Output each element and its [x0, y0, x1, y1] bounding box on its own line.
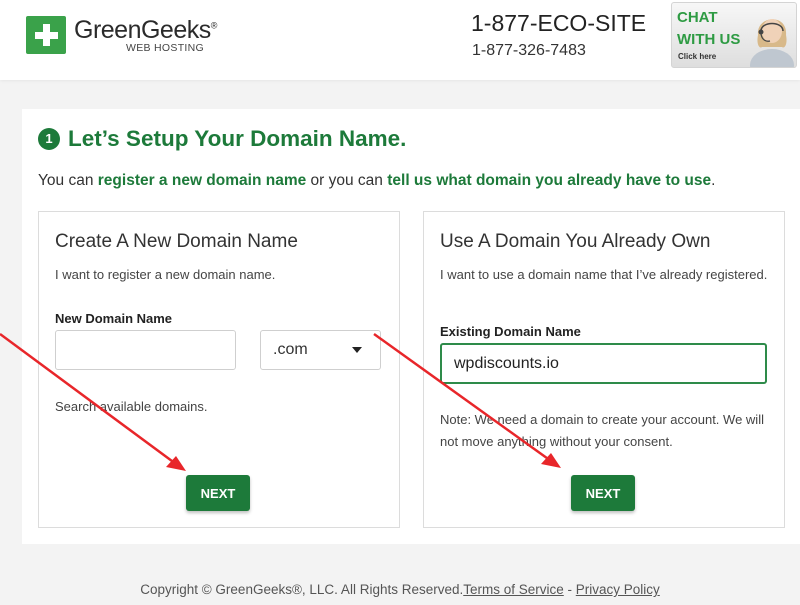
existing-domain-input[interactable]: [440, 343, 767, 384]
new-domain-panel: Create A New Domain Name I want to regis…: [38, 211, 400, 528]
existing-domain-heading: Use A Domain You Already Own: [440, 231, 711, 252]
caret-down-icon: [352, 347, 362, 353]
greengeeks-logo[interactable]: GreenGeeks® WEB HOSTING: [26, 14, 218, 56]
phone-vanity[interactable]: 1-877-ECO-SITE: [471, 10, 646, 37]
use-existing-domain-link[interactable]: tell us what domain you already have to …: [387, 172, 711, 189]
copyright-text: Copyright © GreenGeeks®, LLC. All Rights…: [140, 582, 464, 597]
intro-text: You can register a new domain name or yo…: [38, 172, 715, 190]
logo-name: GreenGeeks: [74, 16, 211, 44]
support-agent-avatar: [750, 19, 794, 67]
logo-subtitle: WEB HOSTING: [126, 42, 204, 54]
registered-mark: ®: [210, 20, 218, 31]
existing-domain-next-button[interactable]: NEXT: [571, 475, 635, 511]
page-title: Let’s Setup Your Domain Name.: [68, 126, 407, 151]
page-footer: Copyright © GreenGeeks®, LLC. All Rights…: [0, 582, 800, 597]
tld-selected-value: .com: [273, 341, 308, 358]
existing-domain-description: I want to use a domain name that I’ve al…: [440, 267, 768, 282]
intro-prefix: You can: [38, 172, 98, 189]
existing-domain-label: Existing Domain Name: [440, 324, 581, 339]
terms-of-service-link[interactable]: Terms of Service: [463, 582, 564, 597]
phone-number[interactable]: 1-877-326-7483: [472, 42, 586, 60]
search-domains-helper: Search available domains.: [55, 399, 208, 414]
existing-domain-panel: Use A Domain You Already Own I want to u…: [423, 211, 785, 528]
chat-click-here: Click here: [678, 52, 717, 61]
chat-line1: CHAT: [677, 9, 718, 26]
new-domain-next-button[interactable]: NEXT: [186, 475, 250, 511]
site-header: GreenGeeks® WEB HOSTING 1-877-ECO-SITE 1…: [0, 0, 800, 80]
intro-suffix: .: [711, 172, 716, 189]
new-domain-label: New Domain Name: [55, 311, 173, 326]
chat-line2: WITH US: [677, 31, 741, 48]
plus-icon: [26, 16, 66, 54]
new-domain-description: I want to register a new domain name.: [55, 267, 276, 282]
footer-separator: -: [563, 582, 576, 597]
chat-with-us-button[interactable]: CHAT WITH US Click here: [671, 2, 797, 68]
privacy-policy-link[interactable]: Privacy Policy: [576, 582, 660, 597]
tld-select[interactable]: .com: [260, 330, 381, 370]
existing-domain-note: Note: We need a domain to create your ac…: [440, 412, 764, 449]
new-domain-heading: Create A New Domain Name: [55, 231, 298, 252]
intro-middle: or you can: [306, 172, 388, 189]
step-number-badge: 1: [38, 128, 60, 150]
register-new-domain-link[interactable]: register a new domain name: [98, 172, 306, 189]
new-domain-input[interactable]: [55, 330, 236, 370]
